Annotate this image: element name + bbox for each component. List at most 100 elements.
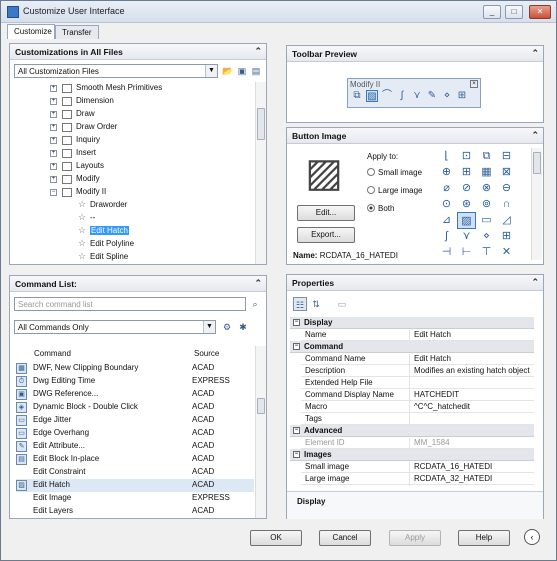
expand-node-icon[interactable]: + [50,85,57,92]
button-image-thumbnail-icon[interactable]: ⊟ [497,148,516,165]
table-row[interactable]: ▦ DWF, New Clipping Boundary ACAD [16,362,254,375]
property-category[interactable]: − Images [290,449,534,461]
tree-node[interactable]: + Layouts [10,160,254,173]
command-scrollbar[interactable] [255,346,266,518]
customization-file-select[interactable]: All Customization Files ▼ [14,64,218,78]
block-attribute-icon[interactable]: ⋄ [441,90,453,102]
help-button[interactable]: Help [458,530,510,546]
property-row[interactable]: Command Name Edit Hatch [301,353,534,366]
tree-node[interactable]: − Modify II [10,186,254,199]
property-row[interactable]: Description Modifies an existing hatch ob… [301,365,534,378]
table-row[interactable]: ▭ Edge Jitter ACAD [16,414,254,427]
table-row[interactable]: ◈ Dynamic Block - Double Click ACAD [16,401,254,414]
button-image-thumbnail-icon[interactable]: ⊢ [457,244,476,261]
expand-node-icon[interactable]: + [50,124,57,131]
property-row[interactable]: Extended Help File [301,377,534,390]
command-column-header[interactable]: Command [34,349,71,358]
draworder-icon[interactable]: ⧉ [351,90,363,102]
expand-node-icon[interactable]: + [50,111,57,118]
tree-node[interactable]: + Draw [10,108,254,121]
collapse-dialog-icon[interactable]: ‹ [524,529,540,545]
open-file-icon[interactable]: 📂 [221,64,235,78]
tree-scroll-thumb[interactable] [257,108,265,140]
button-image-thumbnail-icon[interactable]: ⊛ [457,196,476,213]
table-row[interactable]: ▭ Edge Overhang ACAD [16,427,254,440]
tree-scrollbar[interactable] [255,82,266,264]
table-row[interactable]: ▨ Edit Hatch ACAD [16,479,254,492]
source-column-header[interactable]: Source [194,349,219,358]
tree-node[interactable]: ☆ Draworder [10,199,254,212]
tree-node[interactable]: ☆ Edit Polyline [10,238,254,251]
collapse-node-icon[interactable]: − [50,189,57,196]
button-image-thumbnail-icon[interactable]: ⊕ [437,164,456,181]
edit-polyline-icon[interactable]: ⌒ [381,90,393,102]
table-row[interactable]: ✎ Edit Attribute... ACAD [16,440,254,453]
expand-node-icon[interactable]: + [50,98,57,105]
tab-transfer[interactable]: Transfer [55,25,99,39]
collapse-icon[interactable]: ⌃ [531,277,539,288]
collapse-icon[interactable]: ⌃ [531,130,539,141]
new-partial-icon[interactable]: ▤ [249,64,263,78]
toolbar-close-icon[interactable]: × [470,80,478,88]
button-image-thumbnail-icon[interactable]: ⊞ [497,228,516,245]
button-image-thumbnail-icon[interactable]: ▭ [477,212,496,229]
image-grid-scroll-thumb[interactable] [533,152,541,174]
button-image-thumbnail-icon[interactable]: ▨ [457,212,476,229]
edit-hatch-icon[interactable]: ▨ [366,90,378,102]
edit-attribute-icon[interactable]: ✎ [426,90,438,102]
collapse-category-icon[interactable]: − [293,319,300,326]
button-image-thumbnail-icon[interactable]: ∩ [497,196,516,213]
table-row[interactable]: ⏱ Dwg Editing Time EXPRESS [16,375,254,388]
button-image-thumbnail-icon[interactable]: ⌊ [437,148,456,165]
property-value[interactable]: RCDATA_32_HATEDI [409,474,492,486]
command-filter-select[interactable]: All Commands Only ▼ [14,320,216,334]
expand-node-icon[interactable]: + [50,137,57,144]
collapse-icon[interactable]: ⌃ [254,46,262,57]
button-image-thumbnail-icon[interactable]: ✕ [497,244,516,261]
table-row[interactable]: ▤ Edit Block In-place ACAD [16,453,254,466]
minimize-button[interactable]: _ [483,5,501,19]
button-image-thumbnail-icon[interactable]: ⊙ [437,196,456,213]
property-row[interactable]: Name Edit Hatch [301,329,534,342]
property-row[interactable]: Small image RCDATA_16_HATEDI [301,461,534,474]
tree-node[interactable]: + Inquiry [10,134,254,147]
button-image-thumbnail-icon[interactable]: ⋎ [457,228,476,245]
chevron-down-icon[interactable]: ▼ [203,321,215,333]
collapse-icon[interactable]: ⌃ [254,278,262,289]
table-row[interactable]: Edit Constraint ACAD [16,466,254,479]
export-image-button[interactable]: Export... [297,227,355,243]
button-image-thumbnail-icon[interactable]: ⊞ [457,164,476,181]
property-row[interactable]: Element ID MM_1584 [301,437,534,450]
save-icon[interactable]: ▣ [235,64,249,78]
tree-node[interactable]: + Smooth Mesh Primitives [10,82,254,95]
table-row[interactable]: ▣ DWG Reference... ACAD [16,388,254,401]
button-image-thumbnail-icon[interactable]: ∫ [437,228,456,245]
property-row[interactable]: Macro ^C^C_hatchedit [301,401,534,414]
button-image-thumbnail-icon[interactable]: ⧉ [477,148,496,165]
property-category[interactable]: − Display [290,317,534,329]
edit-multiline-icon[interactable]: ⋎ [411,90,423,102]
expand-node-icon[interactable]: + [50,163,57,170]
table-row[interactable]: Edit Image EXPRESS [16,492,254,505]
button-image-thumbnail-icon[interactable]: ⋄ [477,228,496,245]
large-image-radio[interactable]: Large image [367,186,422,195]
sort-alpha-icon[interactable]: ⇅ [309,297,323,311]
button-image-thumbnail-icon[interactable]: ⊿ [437,212,456,229]
collapse-category-icon[interactable]: − [293,451,300,458]
tree-node[interactable]: + Draw Order [10,121,254,134]
collapse-icon[interactable]: ⌃ [531,48,539,59]
search-icon[interactable]: ⌕ [248,297,262,311]
collapse-category-icon[interactable]: − [293,427,300,434]
collapse-category-icon[interactable]: − [293,343,300,350]
edit-spline-icon[interactable]: ∫ [396,90,408,102]
property-row[interactable]: Tags [301,413,534,426]
image-grid-scrollbar[interactable] [531,148,542,260]
cancel-button[interactable]: Cancel [319,530,371,546]
button-image-thumbnail-icon[interactable]: ⊚ [477,196,496,213]
button-image-thumbnail-icon[interactable]: ⊠ [497,164,516,181]
button-image-thumbnail-icon[interactable]: ⊗ [477,180,496,197]
property-row[interactable]: Large image RCDATA_32_HATEDI [301,473,534,486]
attribute-manager-icon[interactable]: ⊞ [456,90,468,102]
property-category[interactable]: − Command [290,341,534,353]
expand-node-icon[interactable]: + [50,176,57,183]
